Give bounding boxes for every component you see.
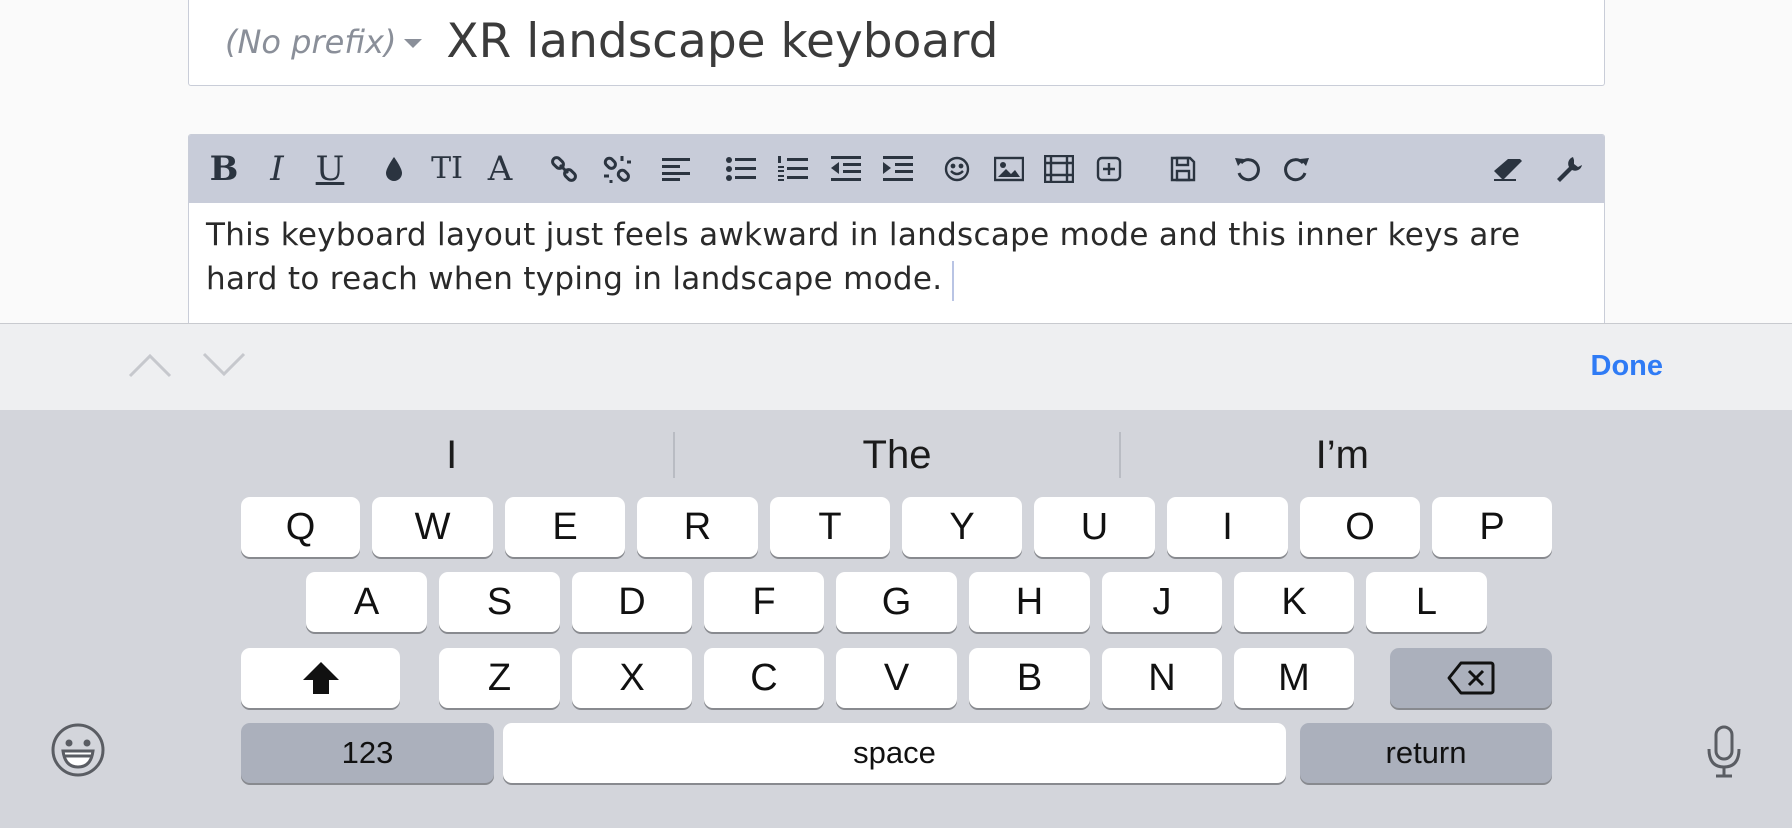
key-r[interactable]: R bbox=[637, 497, 758, 557]
key-y[interactable]: Y bbox=[902, 497, 1022, 557]
emoji-keyboard-icon[interactable] bbox=[50, 722, 106, 782]
delete-key[interactable] bbox=[1390, 648, 1552, 708]
font-size-icon[interactable]: TI bbox=[429, 149, 465, 189]
done-button[interactable]: Done bbox=[1591, 350, 1664, 383]
key-q[interactable]: Q bbox=[241, 497, 360, 557]
prefix-label: (No prefix) bbox=[225, 22, 397, 61]
key-e[interactable]: E bbox=[505, 497, 625, 557]
key-n[interactable]: N bbox=[1102, 648, 1222, 708]
keyboard-accessory-bar: Done bbox=[0, 323, 1792, 410]
undo-icon[interactable] bbox=[1233, 149, 1261, 189]
backspace-icon bbox=[1447, 661, 1495, 695]
image-icon[interactable] bbox=[993, 149, 1025, 189]
next-field-icon[interactable] bbox=[202, 352, 246, 382]
key-w[interactable]: W bbox=[372, 497, 493, 557]
media-icon[interactable] bbox=[1043, 149, 1075, 189]
key-m[interactable]: M bbox=[1234, 648, 1354, 708]
outdent-icon[interactable] bbox=[831, 149, 861, 189]
italic-icon[interactable]: I bbox=[265, 149, 289, 189]
indent-icon[interactable] bbox=[883, 149, 913, 189]
key-z[interactable]: Z bbox=[439, 648, 560, 708]
on-screen-keyboard: I The I’m Q W E R T Y U I O P A S D F G … bbox=[0, 410, 1792, 828]
underline-icon[interactable]: U bbox=[315, 149, 345, 189]
emoji-icon[interactable] bbox=[943, 149, 971, 189]
remove-format-icon[interactable] bbox=[1491, 149, 1525, 189]
title-row: (No prefix) bbox=[188, 0, 1605, 86]
numbers-key[interactable]: 123 bbox=[241, 723, 494, 783]
editor-toolbar: B I U TI A bbox=[189, 135, 1604, 203]
shift-key[interactable] bbox=[241, 648, 400, 708]
insert-icon[interactable] bbox=[1095, 149, 1123, 189]
suggestion-item[interactable]: I bbox=[230, 428, 673, 482]
font-family-icon[interactable]: A bbox=[485, 149, 515, 189]
key-t[interactable]: T bbox=[770, 497, 890, 557]
key-i[interactable]: I bbox=[1167, 497, 1288, 557]
key-p[interactable]: P bbox=[1432, 497, 1552, 557]
key-x[interactable]: X bbox=[572, 648, 692, 708]
key-c[interactable]: C bbox=[704, 648, 824, 708]
key-f[interactable]: F bbox=[704, 572, 824, 632]
key-b[interactable]: B bbox=[969, 648, 1090, 708]
link-icon[interactable] bbox=[549, 149, 579, 189]
prefix-dropdown[interactable]: (No prefix) bbox=[225, 22, 423, 61]
key-d[interactable]: D bbox=[572, 572, 692, 632]
key-g[interactable]: G bbox=[836, 572, 957, 632]
bold-icon[interactable]: B bbox=[209, 149, 239, 189]
space-key[interactable]: space bbox=[503, 723, 1286, 783]
message-editor: B I U TI A This keyboard layout just fee… bbox=[188, 134, 1605, 334]
shift-icon bbox=[302, 662, 339, 694]
key-o[interactable]: O bbox=[1300, 497, 1420, 557]
redo-icon[interactable] bbox=[1283, 149, 1311, 189]
tools-icon[interactable] bbox=[1554, 149, 1584, 189]
text-cursor bbox=[952, 260, 955, 301]
editor-text: This keyboard layout just feels awkward … bbox=[206, 217, 1521, 297]
numbered-list-icon[interactable] bbox=[777, 149, 809, 189]
key-j[interactable]: J bbox=[1102, 572, 1222, 632]
thread-title-input[interactable] bbox=[446, 14, 1497, 69]
unlink-icon[interactable] bbox=[601, 149, 633, 189]
key-a[interactable]: A bbox=[306, 572, 427, 632]
return-key[interactable]: return bbox=[1300, 723, 1552, 783]
key-k[interactable]: K bbox=[1234, 572, 1354, 632]
page-area: (No prefix) B I U TI A bbox=[0, 0, 1792, 334]
key-u[interactable]: U bbox=[1034, 497, 1155, 557]
color-icon[interactable] bbox=[381, 149, 407, 189]
microphone-icon[interactable] bbox=[1706, 725, 1742, 783]
bullet-list-icon[interactable] bbox=[725, 149, 757, 189]
editor-content[interactable]: This keyboard layout just feels awkward … bbox=[206, 213, 1564, 301]
previous-field-icon[interactable] bbox=[128, 352, 172, 382]
align-icon[interactable] bbox=[661, 149, 691, 189]
key-v[interactable]: V bbox=[836, 648, 957, 708]
key-h[interactable]: H bbox=[969, 572, 1090, 632]
key-s[interactable]: S bbox=[439, 572, 560, 632]
chevron-down-icon bbox=[404, 39, 423, 48]
suggestion-item[interactable]: The bbox=[675, 428, 1118, 482]
suggestion-item[interactable]: I’m bbox=[1121, 428, 1564, 482]
save-draft-icon[interactable] bbox=[1169, 149, 1197, 189]
key-l[interactable]: L bbox=[1366, 572, 1487, 632]
predictive-text-bar: I The I’m bbox=[230, 428, 1564, 482]
